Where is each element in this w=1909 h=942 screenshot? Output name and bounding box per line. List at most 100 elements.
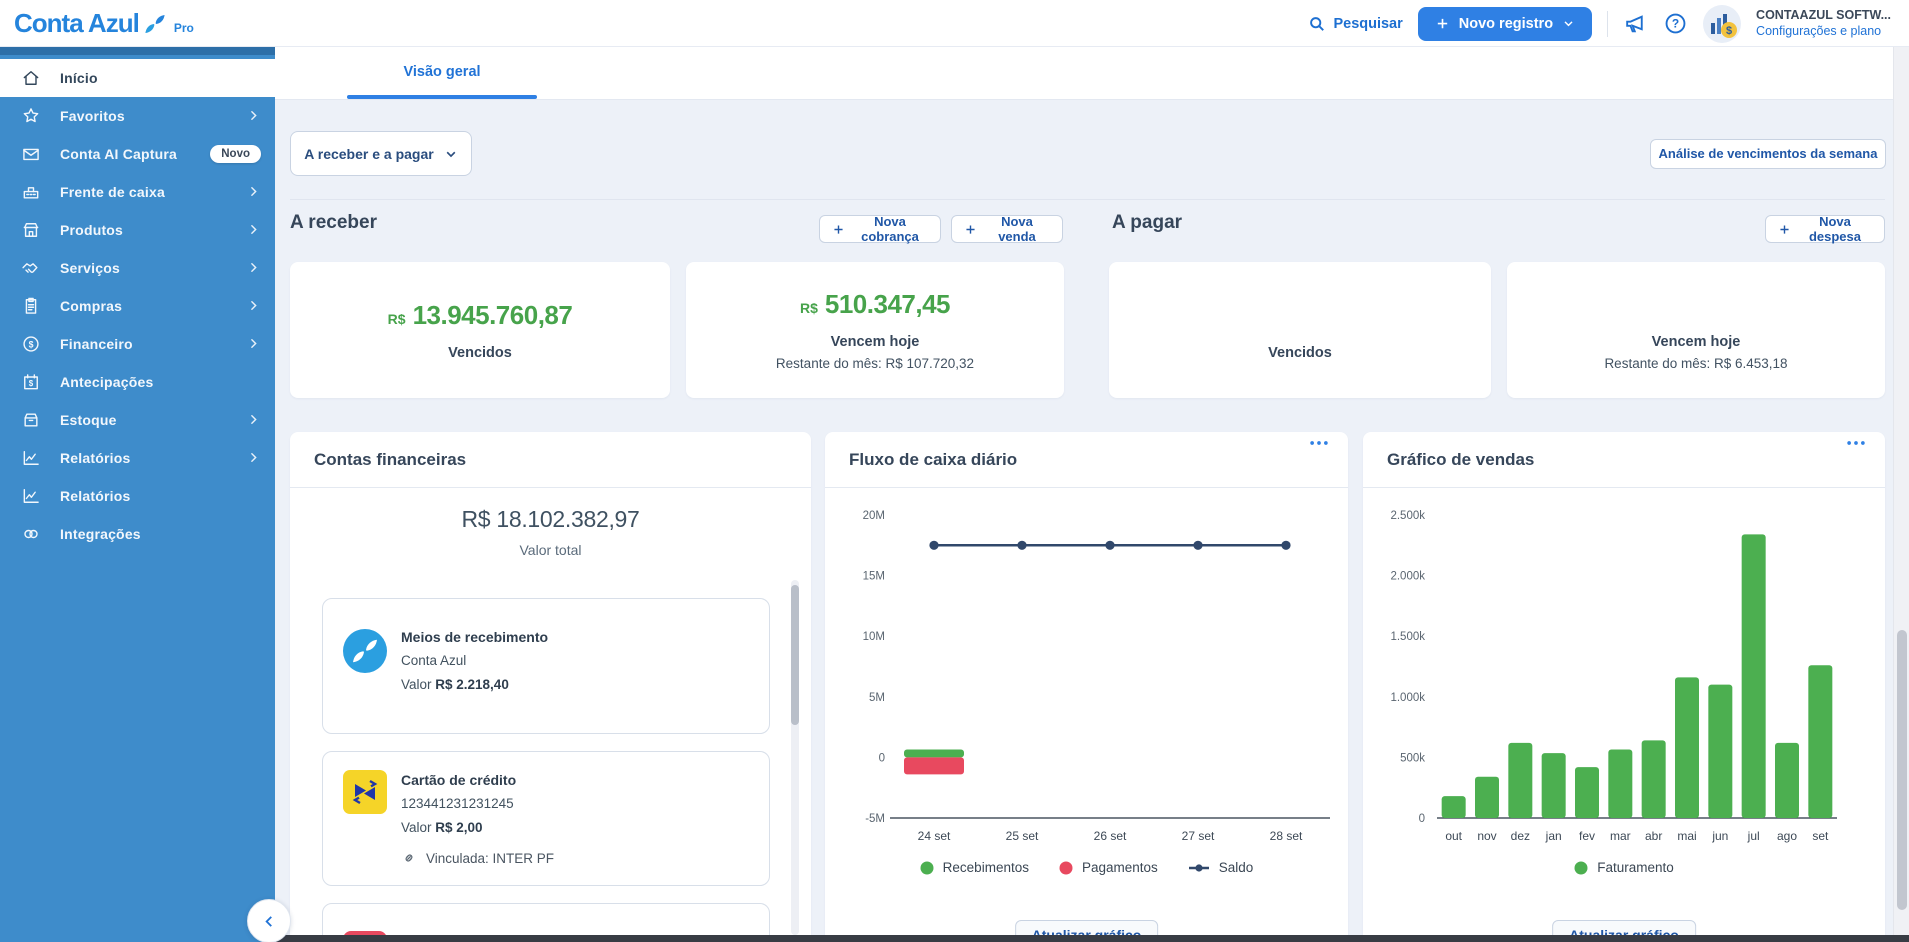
currency-prefix: R$ <box>388 311 406 327</box>
more-options-icon[interactable] <box>1308 432 1330 454</box>
legend-item-saldo: Saldo <box>1188 860 1254 875</box>
cash-register-icon <box>20 181 42 203</box>
new-expense-button[interactable]: Nova despesa <box>1765 215 1885 243</box>
settings-plan-link[interactable]: Configurações e plano <box>1756 24 1891 40</box>
box-icon <box>20 409 42 431</box>
sidebar-item-estoque[interactable]: Estoque <box>0 401 275 439</box>
page-scrollbar[interactable] <box>1893 47 1909 935</box>
svg-text:mar: mar <box>1610 829 1631 843</box>
help-icon[interactable]: ? <box>1663 11 1688 36</box>
sales-legend: Faturamento <box>1363 860 1885 875</box>
svg-text:$: $ <box>29 339 34 349</box>
svg-text:0: 0 <box>879 752 885 764</box>
card-label: Vencem hoje <box>831 334 920 350</box>
sidebar-item-integra-es[interactable]: Integrações <box>0 515 275 553</box>
svg-text:-5M: -5M <box>865 813 885 825</box>
card-sublabel: Restante do mês: R$ 6.453,18 <box>1604 356 1787 371</box>
card-amount: R$13.945.760,87 <box>388 300 573 338</box>
legend-label: Faturamento <box>1597 860 1674 875</box>
svg-text:jul: jul <box>1747 829 1760 843</box>
sidebar-item-compras[interactable]: Compras <box>0 287 275 325</box>
sidebar-item-label: Antecipações <box>60 374 261 390</box>
svg-text:15M: 15M <box>863 571 885 583</box>
svg-text:ago: ago <box>1777 829 1797 843</box>
mail-icon <box>20 143 42 165</box>
legend-label: Saldo <box>1219 860 1254 875</box>
svg-text:2.000k: 2.000k <box>1390 571 1425 583</box>
sidebar-item-antecipa-es[interactable]: $ Antecipações <box>0 363 275 401</box>
avatar[interactable]: $ <box>1703 5 1741 43</box>
sales-card: Gráfico de vendas 2.500k2.000k1.500k1.00… <box>1363 432 1885 942</box>
card-amount: R$510.347,45 <box>800 289 950 327</box>
receivables-payables-dropdown[interactable]: A receber e a pagar <box>290 131 472 176</box>
app-logo[interactable]: Conta Azul Pro <box>14 8 194 39</box>
legend-label: Recebimentos <box>943 860 1029 875</box>
week-due-analysis-button[interactable]: Análise de vencimentos da semana <box>1650 139 1886 169</box>
account-item[interactable]: Cartão de crédito123441231231245Valor R$… <box>322 751 770 886</box>
new-sale-button[interactable]: Nova venda <box>951 215 1063 243</box>
svg-text:jan: jan <box>1545 829 1562 843</box>
search-button[interactable]: Pesquisar <box>1307 14 1402 33</box>
sidebar-item-in-cio[interactable]: Início <box>0 59 275 97</box>
home-icon <box>20 67 42 89</box>
sidebar-item-financeiro[interactable]: $ Financeiro <box>0 325 275 363</box>
card-header: Gráfico de vendas <box>1363 432 1885 488</box>
sidebar-item-label: Frente de caixa <box>60 184 247 200</box>
svg-text:out: out <box>1445 829 1462 843</box>
dot-marker-icon <box>1574 861 1588 875</box>
new-record-button[interactable]: Novo registro <box>1418 7 1592 41</box>
sidebar-item-label: Relatórios <box>60 450 247 466</box>
tab-visao-geral[interactable]: Visão geral <box>347 47 537 100</box>
summary-card-vencidos: R$13.945.760,87 Vencidos <box>290 262 670 398</box>
sidebar-item-frente-de-caixa[interactable]: Frente de caixa <box>0 173 275 211</box>
sidebar-item-label: Início <box>60 70 261 86</box>
account-info[interactable]: CONTAAZUL SOFTW... Configurações e plano <box>1756 8 1891 39</box>
svg-text:1.500k: 1.500k <box>1390 631 1425 643</box>
sidebar-item-produtos[interactable]: Produtos <box>0 211 275 249</box>
sidebar-items: Início FavoritosConta AI CapturaNovo Frent… <box>0 59 275 553</box>
sidebar-item-conta-ai-captura[interactable]: Conta AI CapturaNovo <box>0 135 275 173</box>
dot-marker-icon <box>920 861 934 875</box>
sales-title: Gráfico de vendas <box>1387 432 1534 488</box>
svg-text:$: $ <box>29 379 34 388</box>
svg-text:fev: fev <box>1579 829 1595 843</box>
new-charge-button[interactable]: Nova cobrança <box>819 215 941 243</box>
sidebar-item-label: Integrações <box>60 526 261 542</box>
sidebar-item-servi-os[interactable]: Serviços <box>0 249 275 287</box>
card-label: Vencidos <box>448 345 512 361</box>
account-item[interactable]: Meios de recebimentoConta AzulValor R$ 2… <box>322 598 770 734</box>
chevron-right-icon <box>247 185 261 199</box>
linked-label: Vinculada: INTER PF <box>426 851 554 866</box>
svg-text:500k: 500k <box>1400 752 1425 764</box>
receivables-title: A receber <box>290 212 377 240</box>
plan-badge: Pro <box>174 21 194 35</box>
header-actions: Pesquisar Novo registro ? $ CONTAAZUL SO… <box>1307 0 1891 47</box>
account-name: Meios de recebimento <box>401 629 548 645</box>
svg-text:20M: 20M <box>863 510 885 522</box>
accounts-scrollbar[interactable] <box>791 580 799 935</box>
megaphone-icon[interactable] <box>1623 11 1648 36</box>
line-marker-icon <box>1188 863 1210 873</box>
linked-account: Vinculada: INTER PF <box>401 850 554 866</box>
cashflow-chart: 20M15M10M5M0-5M24 set25 set26 set27 set2… <box>825 488 1348 868</box>
sidebar-item-label: Conta AI Captura <box>60 146 202 162</box>
tab-bar: Visão geral <box>275 47 1893 100</box>
card-label: Vencem hoje <box>1652 334 1741 350</box>
svg-text:28 set: 28 set <box>1270 829 1303 843</box>
sidebar-collapse-button[interactable] <box>247 899 291 942</box>
page-scrollbar-thumb[interactable] <box>1897 630 1907 910</box>
account-value: Valor R$ 2,00 <box>401 820 483 835</box>
sidebar-item-favoritos[interactable]: Favoritos <box>0 97 275 135</box>
financial-accounts-card: Contas financeiras R$ 18.102.382,97 Valo… <box>290 432 811 942</box>
sidebar-item-relat-rios[interactable]: Relatórios <box>0 439 275 477</box>
more-options-icon[interactable] <box>1845 432 1867 454</box>
banco-do-brasil-logo <box>343 770 387 814</box>
account-name: Cartão de crédito <box>401 772 516 788</box>
sidebar-item-label: Financeiro <box>60 336 247 352</box>
sidebar-item-label: Serviços <box>60 260 247 276</box>
card-header: Contas financeiras <box>290 432 811 488</box>
accounts-scrollbar-thumb[interactable] <box>791 585 799 725</box>
chevron-right-icon <box>247 261 261 275</box>
payables-title: A pagar <box>1112 212 1182 240</box>
sidebar-item-relat-rios[interactable]: Relatórios <box>0 477 275 515</box>
